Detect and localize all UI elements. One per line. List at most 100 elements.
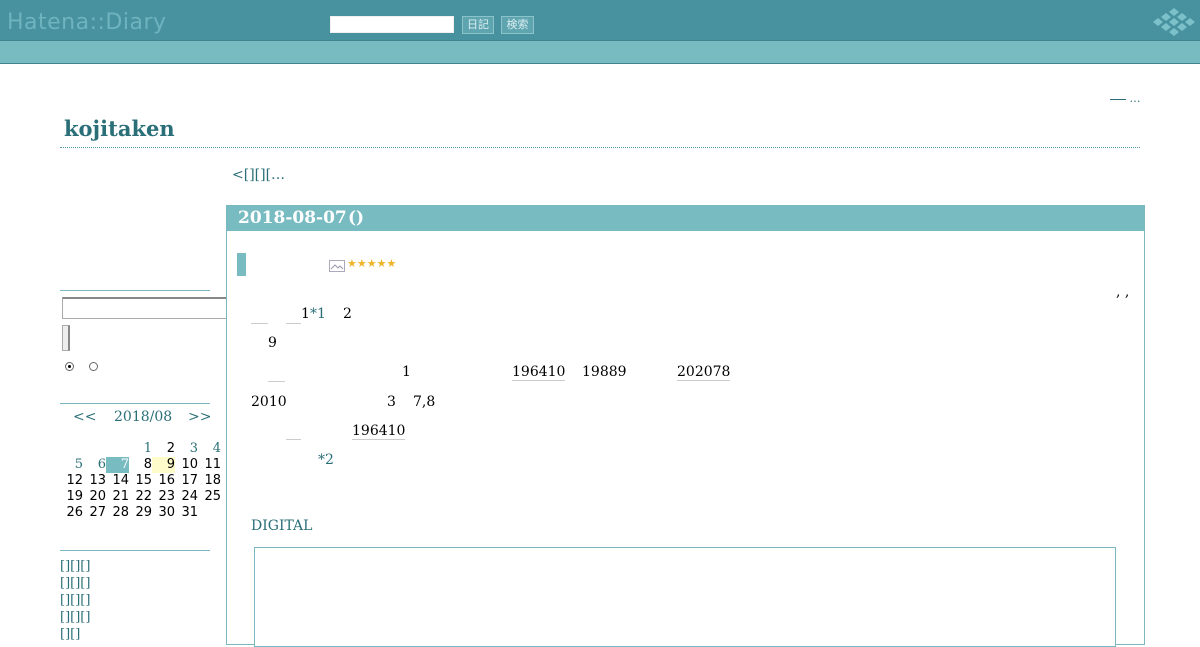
entry-text: , ,	[1116, 284, 1130, 300]
embedded-content-box	[254, 547, 1116, 647]
entry-date-suffix: ()	[348, 208, 365, 228]
calendar-week: 19 20 21 22 23 24 25	[60, 489, 221, 505]
calendar-day: 26	[66, 505, 83, 520]
calendar-day[interactable]: 3	[175, 441, 198, 457]
calendar-day	[106, 441, 129, 457]
calendar-day: 13	[89, 473, 106, 488]
keyword-underline	[251, 323, 268, 324]
sub-bar	[0, 40, 1200, 64]
calendar-day: 19	[66, 489, 83, 504]
calendar-day	[60, 441, 83, 457]
calendar-day-link[interactable]: 7	[121, 457, 129, 472]
calendar-day: 9	[152, 457, 175, 473]
entry-text: 3	[387, 394, 396, 410]
calendar-day	[83, 441, 106, 457]
calendar-day: 31	[181, 505, 198, 520]
calendar-day: 30	[158, 505, 175, 520]
entry-text: 1	[402, 364, 411, 380]
blog-title[interactable]: kojitaken	[64, 116, 175, 141]
sidebar-search-button[interactable]	[62, 325, 70, 351]
calendar-day[interactable]: 1	[129, 441, 152, 457]
entry-text: 2010	[251, 394, 287, 410]
calendar-week: 1234	[60, 441, 221, 457]
calendar-month-link[interactable]: 2018/08	[114, 409, 172, 425]
calendar-day: 17	[181, 473, 198, 488]
calendar-day: 22	[135, 489, 152, 504]
keyword-underline	[286, 439, 301, 440]
calendar-day	[198, 505, 221, 521]
calendar-day: 11	[204, 457, 221, 472]
top-bar: Hatena::Diary 日記 検索	[0, 0, 1200, 40]
calendar-prev-link[interactable]: <<	[73, 409, 96, 425]
entry-text: 19889	[582, 364, 627, 380]
diary-button[interactable]: 日記	[462, 16, 494, 34]
star-rating[interactable]: ★★★★★	[347, 257, 396, 270]
digital-link[interactable]: DIGITAL	[251, 518, 344, 534]
calendar-day: 15	[135, 473, 152, 488]
calendar-day[interactable]: 4	[198, 441, 221, 457]
calendar-week: 26 27 28 29 30 31	[60, 505, 221, 521]
calendar-week: 5 6 7 8 9 10 11	[60, 457, 221, 473]
search-button[interactable]: 検索	[501, 16, 534, 34]
top-right-link[interactable]: …	[1110, 92, 1141, 105]
sidebar-divider	[60, 403, 210, 404]
entry-date-link[interactable]: 2018-08-07	[238, 208, 347, 228]
calendar-day[interactable]: 5	[60, 457, 83, 473]
sidebar-link[interactable]: [][][]	[60, 575, 191, 592]
calendar-day: 21	[112, 489, 129, 504]
sidebar-search-input[interactable]	[62, 297, 245, 319]
entry-keyword[interactable]: 196410	[352, 423, 406, 440]
calendar: 1 2 3 4 5 6 7 8 9 10 11 12 13 14 15 16 17 18 19 20 21 22 23 24 2…	[60, 441, 221, 521]
calendar-day: 29	[135, 505, 152, 520]
calendar-day[interactable]: 7	[106, 457, 129, 473]
footnote-link-2[interactable]: *2	[318, 452, 334, 468]
sidebar-link[interactable]: [][][]	[60, 609, 191, 626]
calendar-day: 18	[204, 473, 221, 488]
entry-text: 2	[343, 306, 352, 322]
calendar-day: 2	[166, 441, 175, 456]
header-search-input[interactable]	[330, 16, 454, 33]
sidebar-divider	[60, 290, 210, 291]
keyword-underline	[268, 381, 285, 382]
entry-text: 7,8	[413, 394, 436, 410]
sidebar-link[interactable]: [][][]	[60, 558, 191, 575]
sidebar-divider	[60, 550, 210, 551]
keyword-underline	[286, 323, 301, 324]
search-scope-radio-diary[interactable]	[65, 362, 74, 371]
calendar-day: 12	[66, 473, 83, 488]
calendar-day-link[interactable]: 4	[213, 441, 221, 456]
search-scope-radio-all[interactable]	[89, 362, 98, 371]
entry-keyword[interactable]: 196410	[512, 364, 566, 381]
calendar-day: 20	[89, 489, 106, 504]
calendar-day: 23	[158, 489, 175, 504]
calendar-day-link[interactable]: 1	[144, 441, 152, 456]
calendar-day: 14	[112, 473, 129, 488]
hatena-diary-logo[interactable]: Hatena::Diary	[7, 10, 167, 35]
entry-nav-link[interactable]: <[][][…	[232, 167, 333, 183]
footnote-link-1[interactable]: *1	[310, 306, 326, 322]
image-placeholder-icon	[329, 260, 345, 272]
calendar-day: 24	[181, 489, 198, 504]
entry-keyword[interactable]: 202078	[677, 364, 731, 381]
calendar-day: 27	[89, 505, 106, 520]
calendar-day-link[interactable]: 6	[98, 457, 106, 472]
title-divider	[60, 147, 1140, 148]
calendar-day[interactable]: 6	[83, 457, 106, 473]
calendar-day: 8	[143, 457, 152, 472]
hatena-mark-icon[interactable]	[1152, 8, 1196, 36]
calendar-day-link[interactable]: 5	[75, 457, 83, 472]
calendar-next-link[interactable]: >>	[188, 409, 211, 425]
entry-text: 1	[301, 306, 310, 322]
calendar-day: 25	[204, 489, 221, 504]
sidebar-link[interactable]: [][][]	[60, 592, 191, 609]
section-marker	[237, 253, 246, 276]
calendar-day: 10	[181, 457, 198, 472]
sidebar-links: [][][] [][][] [][][] [][][] [][]	[60, 558, 191, 643]
calendar-day-link[interactable]: 3	[190, 441, 198, 456]
entry-date-header: 2018-08-07 ()	[227, 206, 1144, 231]
sidebar-link[interactable]: [][]	[60, 626, 191, 643]
entry-text: 9	[268, 335, 277, 351]
calendar-week: 12 13 14 15 16 17 18	[60, 473, 221, 489]
calendar-day: 28	[112, 505, 129, 520]
calendar-day: 16	[158, 473, 175, 488]
